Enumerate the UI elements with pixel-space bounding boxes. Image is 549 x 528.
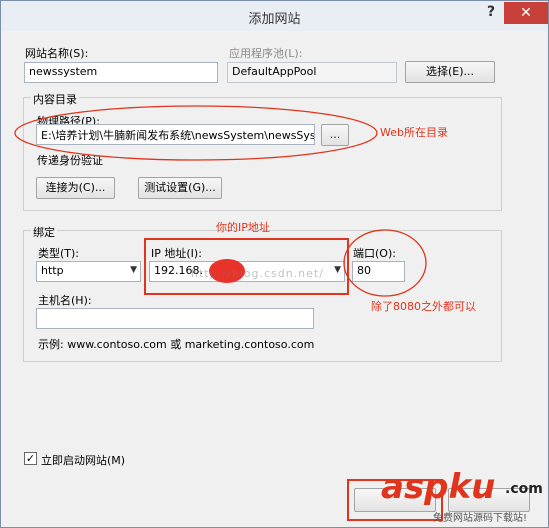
aspku-logo: aspku .com 免费网站源码下载站! [379,467,547,527]
add-website-dialog: 添加网站 ? ✕ 网站名称(S): newssystem 应用程序池(L): D… [0,0,549,528]
port-hint-annotation: 除了8080之外都可以 [371,300,476,313]
start-immediately-label: 立即启动网站(M) [41,454,126,467]
site-name-label: 网站名称(S): [25,47,89,60]
type-label: 类型(T): [38,247,80,260]
web-dir-annotation: Web所在目录 [380,126,448,139]
path-highlight-ellipse [14,105,378,161]
your-ip-annotation: 你的IP地址 [216,221,270,234]
dialog-title: 添加网站 [248,12,301,27]
host-name-input[interactable] [36,308,314,329]
host-name-label: 主机名(H): [38,294,92,307]
host-example-text: 示例: www.contoso.com 或 marketing.contoso.… [38,338,315,351]
logo-wordmark: aspku [381,467,496,507]
type-value: http [41,264,64,277]
test-settings-button[interactable]: 测试设置(G)... [138,177,222,199]
app-pool-label: 应用程序池(L): [229,47,303,60]
close-button[interactable]: ✕ [504,2,548,24]
watermark-text: http://blog.csdn.net/ [191,267,324,280]
logo-tagline: 免费网站源码下载站! [433,513,528,524]
port-highlight-circle [343,229,427,297]
help-button[interactable]: ? [480,4,502,24]
site-name-input[interactable]: newssystem [24,62,218,83]
select-app-pool-button[interactable]: 选择(E)... [405,61,495,83]
connect-as-button[interactable]: 连接为(C)... [36,177,115,199]
app-pool-field: DefaultAppPool [227,62,397,83]
chevron-down-icon: ▼ [130,265,137,275]
logo-domain: .com [505,481,543,497]
start-immediately-checkbox[interactable]: ✓ [24,452,37,465]
title-bar: 添加网站 ? ✕ [1,1,548,31]
binding-label: 绑定 [31,224,57,240]
type-select[interactable]: http ▼ [36,261,141,282]
